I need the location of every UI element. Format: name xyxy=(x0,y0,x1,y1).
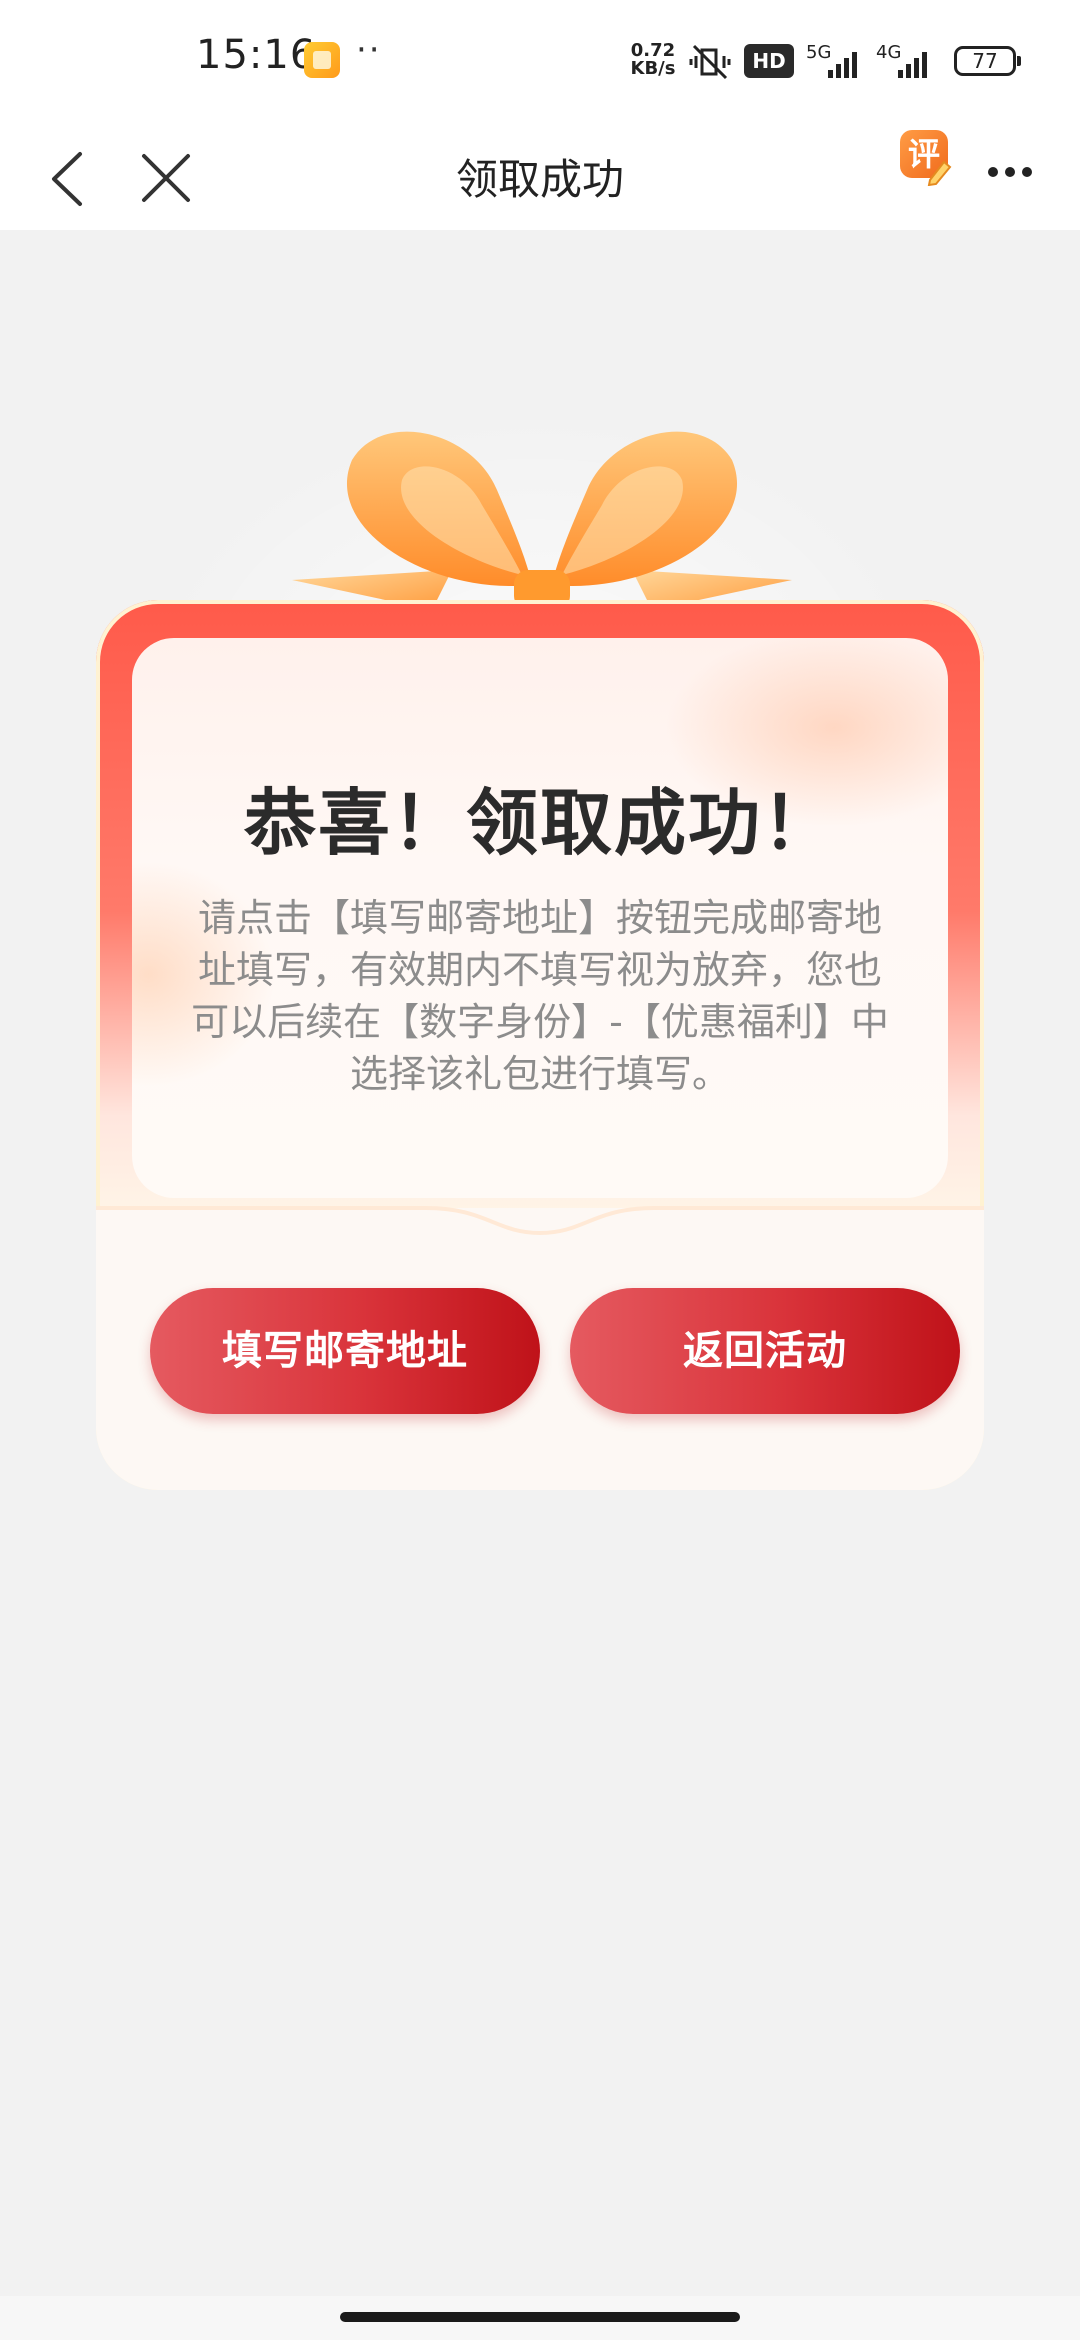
card-content: 恭喜！领取成功！ 请点击【填写邮寄地址】按钮完成邮寄地址填写，有效期内不填写视为… xyxy=(132,638,948,1198)
network-speed: 0.72 KB/s xyxy=(626,42,680,78)
gift-bow-icon xyxy=(292,431,792,610)
card-button-area: 填写邮寄地址 返回活动 xyxy=(96,1206,984,1490)
rate-button[interactable]: 评 xyxy=(900,130,956,190)
gift-card: 恭喜！领取成功！ 请点击【填写邮寄地址】按钮完成邮寄地址填写，有效期内不填写视为… xyxy=(96,410,984,1490)
status-bar: 15:16 ·· 0.72 KB/s HD 5G 4G 77 xyxy=(0,0,1080,120)
status-time: 15:16 xyxy=(196,32,317,78)
more-icon[interactable] xyxy=(985,152,1035,192)
card-frame: 恭喜！领取成功！ 请点击【填写邮寄地址】按钮完成邮寄地址填写，有效期内不填写视为… xyxy=(96,600,984,1490)
home-indicator[interactable] xyxy=(340,2312,740,2322)
notification-app-icon xyxy=(304,42,340,78)
signal-5g-icon xyxy=(828,52,857,78)
battery-icon: 77 xyxy=(954,46,1021,76)
nav-bar: 领取成功 评 xyxy=(0,120,1080,230)
success-headline: 恭喜！领取成功！ xyxy=(243,781,836,865)
back-icon[interactable] xyxy=(44,150,96,208)
instruction-text: 请点击【填写邮寄地址】按钮完成邮寄地址填写，有效期内不填写视为放弃，您也可以后续… xyxy=(191,896,889,1096)
return-activity-button[interactable]: 返回活动 xyxy=(570,1288,960,1414)
network-speed-unit: KB/s xyxy=(630,58,676,79)
more-notifications-indicator: ·· xyxy=(356,30,382,70)
close-icon[interactable] xyxy=(138,150,194,206)
pencil-icon xyxy=(927,160,952,186)
hd-voice-icon: HD xyxy=(744,44,794,78)
card-divider xyxy=(96,1206,984,1236)
signal-4g-icon xyxy=(898,52,927,78)
vibrate-mute-icon xyxy=(689,44,731,80)
fill-address-button[interactable]: 填写邮寄地址 xyxy=(150,1288,540,1414)
page-title: 领取成功 xyxy=(455,155,624,204)
